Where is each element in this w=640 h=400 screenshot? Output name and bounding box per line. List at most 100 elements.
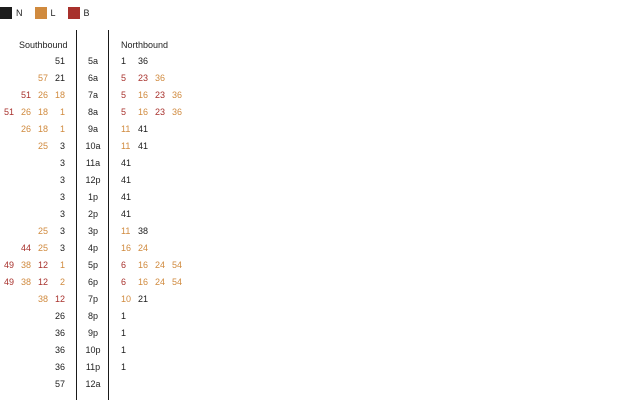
time-label: 12p [85, 175, 101, 185]
legend-item-b: B [67, 7, 90, 19]
northbound-route-number: 21 [138, 294, 149, 304]
southbound-route-number: 25 [37, 243, 48, 253]
northbound-route-number: 41 [121, 209, 132, 219]
table-row: 49 38 12 2 6p 6 16 24 54 [0, 274, 640, 291]
time-label: 3p [87, 226, 98, 236]
northbound-route-number: 23 [138, 73, 149, 83]
table-row: 51 26 18 1 8a 5 16 23 36 [0, 104, 640, 121]
southbound-route-number: 12 [54, 294, 65, 304]
southbound-route-number: 26 [54, 311, 65, 321]
northbound-route-number: 23 [155, 90, 166, 100]
schedule-table: 51 5a 1 36 57 21 6a 5 23 36 51 26 18 7a 5 16 23 36 51 26 18 1… [0, 53, 640, 393]
northbound-route-number: 36 [138, 56, 149, 66]
northbound-route-number: 5 [121, 90, 127, 100]
time-label: 10a [85, 141, 101, 151]
southbound-route-number: 18 [54, 90, 65, 100]
table-row: 51 26 18 7a 5 16 23 36 [0, 87, 640, 104]
southbound-route-number: 26 [20, 124, 31, 134]
northbound-route-number: 1 [121, 362, 127, 372]
southbound-route-number: 44 [20, 243, 31, 253]
southbound-route-number: 57 [54, 379, 65, 389]
table-row: 57 21 6a 5 23 36 [0, 70, 640, 87]
southbound-route-number: 3 [59, 209, 65, 219]
time-label: 6p [87, 277, 98, 287]
northbound-header: Northbound [121, 40, 169, 50]
table-row: 3 12p 41 [0, 172, 640, 189]
time-label: 11p [85, 362, 101, 372]
northbound-route-number: 36 [155, 73, 166, 83]
table-row: 25 3 10a 11 41 [0, 138, 640, 155]
northbound-route-number: 24 [138, 243, 149, 253]
legend-swatch [0, 7, 12, 19]
northbound-route-number: 23 [155, 107, 166, 117]
southbound-route-number: 57 [37, 73, 48, 83]
southbound-route-number: 12 [37, 260, 48, 270]
time-label: 8p [87, 311, 98, 321]
legend-item-n: N [0, 7, 23, 19]
northbound-route-number: 24 [155, 277, 166, 287]
table-row: 49 38 12 1 5p 6 16 24 54 [0, 257, 640, 274]
northbound-route-number: 16 [138, 90, 149, 100]
southbound-route-number: 3 [59, 175, 65, 185]
time-label: 8a [87, 107, 98, 117]
southbound-route-number: 36 [54, 362, 65, 372]
northbound-route-number: 41 [121, 158, 132, 168]
legend-label: N [16, 8, 23, 18]
time-label: 12a [85, 379, 101, 389]
southbound-route-number: 49 [3, 277, 14, 287]
northbound-route-number: 16 [121, 243, 132, 253]
time-label: 5a [87, 56, 98, 66]
southbound-route-number: 18 [37, 107, 48, 117]
southbound-route-number: 36 [54, 328, 65, 338]
legend: N LB [0, 6, 102, 20]
time-label: 7p [87, 294, 98, 304]
legend-item-l: L [34, 7, 56, 19]
northbound-route-number: 54 [172, 277, 183, 287]
time-label: 1p [87, 192, 98, 202]
northbound-route-number: 1 [121, 328, 127, 338]
southbound-route-number: 51 [54, 56, 65, 66]
northbound-route-number: 1 [121, 56, 127, 66]
southbound-route-number: 36 [54, 345, 65, 355]
northbound-route-number: 38 [138, 226, 149, 236]
southbound-route-number: 1 [59, 260, 65, 270]
time-label: 4p [87, 243, 98, 253]
northbound-route-number: 11 [121, 141, 131, 151]
southbound-route-number: 3 [59, 226, 65, 236]
southbound-route-number: 3 [59, 141, 65, 151]
northbound-route-number: 41 [121, 192, 132, 202]
table-row: 51 5a 1 36 [0, 53, 640, 70]
southbound-route-number: 18 [37, 124, 48, 134]
southbound-route-number: 1 [59, 107, 65, 117]
time-label: 11a [85, 158, 101, 168]
southbound-route-number: 38 [20, 260, 31, 270]
northbound-route-number: 11 [121, 124, 131, 134]
northbound-route-number: 41 [138, 124, 149, 134]
southbound-route-number: 21 [54, 73, 65, 83]
table-row: 26 8p 1 [0, 308, 640, 325]
table-row: 25 3 3p 11 38 [0, 223, 640, 240]
northbound-route-number: 16 [138, 277, 149, 287]
table-row: 38 12 7p 10 21 [0, 291, 640, 308]
table-row: 44 25 3 4p 16 24 [0, 240, 640, 257]
table-row: 3 11a 41 [0, 155, 640, 172]
northbound-route-number: 10 [121, 294, 132, 304]
southbound-route-number: 25 [37, 226, 48, 236]
northbound-route-number: 54 [172, 260, 183, 270]
southbound-route-number: 3 [59, 243, 65, 253]
southbound-route-number: 38 [20, 277, 31, 287]
southbound-route-number: 26 [37, 90, 48, 100]
southbound-route-number: 26 [20, 107, 31, 117]
southbound-route-number: 12 [37, 277, 48, 287]
northbound-route-number: 5 [121, 107, 127, 117]
northbound-route-number: 11 [121, 226, 131, 236]
northbound-route-number: 41 [121, 175, 132, 185]
northbound-route-number: 36 [172, 107, 183, 117]
southbound-route-number: 51 [3, 107, 14, 117]
table-row: 26 18 1 9a 11 41 [0, 121, 640, 138]
time-label: 9a [87, 124, 98, 134]
southbound-route-number: 38 [37, 294, 48, 304]
table-row: 3 1p 41 [0, 189, 640, 206]
southbound-route-number: 51 [20, 90, 31, 100]
table-row: 36 11p 1 [0, 359, 640, 376]
